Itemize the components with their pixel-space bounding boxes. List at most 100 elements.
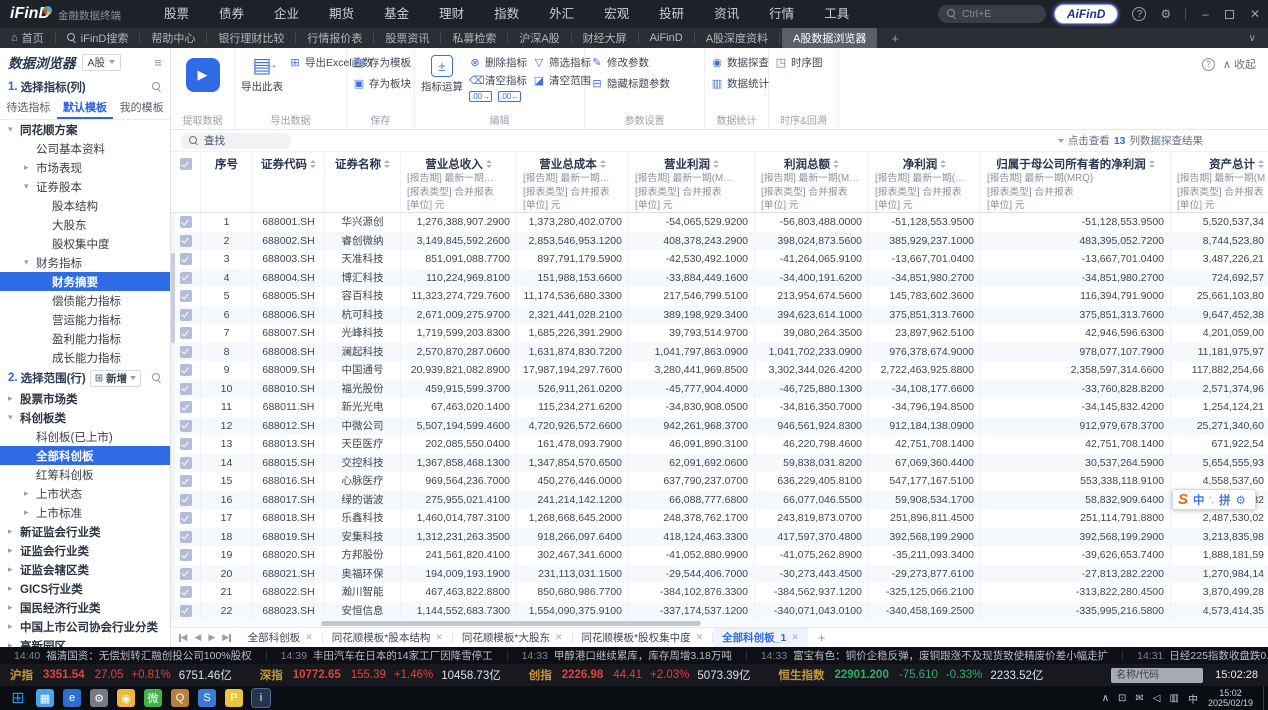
- close-button[interactable]: ✕: [1250, 7, 1260, 21]
- market-select[interactable]: A股: [82, 54, 122, 71]
- sogou-icon[interactable]: S: [1178, 491, 1188, 508]
- table-row[interactable]: 7688007.SH光峰科技1,719,599,203.83001,685,22…: [171, 324, 1268, 343]
- gear-icon[interactable]: ⚙: [1160, 7, 1171, 21]
- table-row[interactable]: 21688022.SH瀚川智能467,463,822.8800850,680,9…: [171, 583, 1268, 602]
- maximize-button[interactable]: [1225, 10, 1234, 19]
- sheet-tab[interactable]: 全部科创板_1✕: [713, 628, 808, 648]
- app-e-icon[interactable]: e: [63, 689, 81, 707]
- ime-mode-button[interactable]: 中: [1193, 492, 1205, 508]
- table-row[interactable]: 17688018.SH乐鑫科技1,460,014,787.31001,268,6…: [171, 509, 1268, 528]
- minimize-button[interactable]: –: [1202, 7, 1209, 21]
- indicator-item[interactable]: 股权集中度: [0, 234, 170, 253]
- close-icon[interactable]: ✕: [696, 632, 704, 643]
- sheet-tab[interactable]: 全部科创板✕: [239, 628, 322, 648]
- nav-tab[interactable]: A股深度资料: [695, 28, 779, 48]
- row-checkbox[interactable]: [180, 401, 192, 413]
- titlebar-menu[interactable]: 理财: [424, 0, 479, 28]
- scope-item[interactable]: ▸国民经济行业类: [0, 598, 170, 617]
- tray-volume-icon[interactable]: ◁: [1153, 693, 1161, 704]
- row-checkbox[interactable]: [180, 383, 192, 395]
- row-checkbox[interactable]: [180, 290, 192, 302]
- aifind-button[interactable]: AiFinD: [1054, 4, 1119, 24]
- scope-item[interactable]: ▸证监会辖区类: [0, 560, 170, 579]
- table-row[interactable]: 11688011.SH新光光电67,463,020.1400115,234,27…: [171, 398, 1268, 417]
- titlebar-menu[interactable]: 企业: [259, 0, 314, 28]
- chevron-down-icon[interactable]: ∨: [1249, 33, 1256, 44]
- table-row[interactable]: 1688001.SH华兴源创1,276,388,907.29001,373,28…: [171, 213, 1268, 232]
- indicator-item[interactable]: ▾同花顺方案: [0, 120, 170, 139]
- table-row[interactable]: 22688023.SH安恒信息1,144,552,683.73001,554,0…: [171, 602, 1268, 621]
- nav-tab[interactable]: 财经大屏: [572, 28, 638, 48]
- app-gear-icon[interactable]: ⚙: [90, 689, 108, 707]
- scope-item[interactable]: ▸股票市场类: [0, 389, 170, 408]
- sidebar-tab[interactable]: 默认模板: [57, 98, 114, 119]
- close-icon[interactable]: ✕: [791, 632, 799, 643]
- indicator-item[interactable]: 盈利能力指标: [0, 329, 170, 348]
- ime-punct-button[interactable]: ’,: [1210, 495, 1215, 505]
- add-sheet-button[interactable]: +: [808, 630, 836, 645]
- table-row[interactable]: 15688016.SH心脉医疗969,564,236.7000450,276,4…: [171, 472, 1268, 491]
- titlebar-menu[interactable]: 期货: [314, 0, 369, 28]
- scope-item[interactable]: ▸中国上市公司协会行业分类: [0, 617, 170, 636]
- sidebar-tab[interactable]: 待选指标: [0, 98, 57, 119]
- column-header-op[interactable]: 营业利润[报告期] 最新一期(M…[报表类型] 合并报表[单位] 元: [629, 152, 755, 212]
- clear-scope-button[interactable]: ◪ 清空范围: [533, 73, 591, 88]
- scope-item[interactable]: ▸上市状态: [0, 484, 170, 503]
- sheet-tab[interactable]: 同花顺模板*股本结构✕: [323, 628, 452, 648]
- nav-tab[interactable]: iFinD搜索: [56, 28, 140, 48]
- row-checkbox[interactable]: [180, 309, 192, 321]
- app-ifind-icon[interactable]: i: [252, 689, 270, 707]
- extract-data-button[interactable]: ▶: [186, 58, 220, 92]
- help-icon[interactable]: ?: [1132, 7, 1146, 21]
- app-p-icon[interactable]: P: [225, 689, 243, 707]
- app-circle-icon[interactable]: ◉: [117, 689, 135, 707]
- ime-pinyin-button[interactable]: 拼: [1219, 492, 1231, 508]
- global-search-input[interactable]: Ctrl+E: [938, 5, 1046, 23]
- table-row[interactable]: 20688021.SH奥福环保194,009,193.1900231,113,0…: [171, 565, 1268, 584]
- last-sheet-button[interactable]: ▶: [222, 632, 230, 643]
- nav-tab[interactable]: 行情报价表: [296, 28, 373, 48]
- tray-expand-icon[interactable]: ∧: [1102, 693, 1109, 704]
- row-checkbox[interactable]: [180, 420, 192, 432]
- close-icon[interactable]: ✕: [305, 632, 313, 643]
- next-sheet-button[interactable]: ▶: [208, 632, 215, 643]
- scope-item[interactable]: 科创板(已上市): [0, 427, 170, 446]
- row-checkbox[interactable]: [180, 327, 192, 339]
- explore-result-link[interactable]: 点击查看 13 列数据探查结果: [1058, 133, 1203, 148]
- row-checkbox[interactable]: [180, 216, 192, 228]
- table-row[interactable]: 3688003.SH天准科技851,091,088.7700897,791,17…: [171, 250, 1268, 269]
- column-header-total[interactable]: 利润总额[报告期] 最新一期(M…[报表类型] 合并报表[单位] 元: [755, 152, 869, 212]
- titlebar-menu[interactable]: 基金: [369, 0, 424, 28]
- sidebar-collapse-icon[interactable]: ≡: [154, 55, 162, 70]
- table-row[interactable]: 4688004.SH博汇科技110,224,969.8100151,988,15…: [171, 269, 1268, 288]
- timeseries-chart-button[interactable]: ◳ 时序图: [775, 55, 823, 70]
- help-icon[interactable]: ?: [1202, 58, 1215, 71]
- row-checkbox[interactable]: [180, 568, 192, 580]
- indicator-item[interactable]: 营运能力指标: [0, 310, 170, 329]
- nav-tab[interactable]: 私募检索: [441, 28, 507, 48]
- sheet-tab[interactable]: 同花顺模板*股权集中度✕: [573, 628, 713, 648]
- table-row[interactable]: 10688010.SH福光股份459,915,599.3700526,911,2…: [171, 380, 1268, 399]
- show-desktop-button[interactable]: [1263, 686, 1268, 710]
- row-checkbox[interactable]: [180, 512, 192, 524]
- indicator-calc-button[interactable]: ± 指标运算: [421, 55, 463, 113]
- nav-tab[interactable]: 股票资讯: [374, 28, 440, 48]
- nav-tab[interactable]: 帮助中心: [140, 28, 206, 48]
- titlebar-menu[interactable]: 投研: [644, 0, 699, 28]
- vertical-scrollbar[interactable]: [171, 213, 175, 620]
- export-table-button[interactable]: ▤→ 导出此表: [241, 55, 283, 113]
- titlebar-menu[interactable]: 资讯: [699, 0, 754, 28]
- scope-item[interactable]: ▸上市标准: [0, 503, 170, 522]
- clear-indicator-button[interactable]: ⌫ 清空指标: [469, 73, 527, 88]
- sidebar-tab[interactable]: 我的模板: [113, 98, 170, 119]
- table-row[interactable]: 6688006.SH杭可科技2,671,009,275.97002,321,44…: [171, 306, 1268, 325]
- scrollbar-thumb[interactable]: [321, 621, 701, 626]
- titlebar-menu[interactable]: 工具: [809, 0, 864, 28]
- nav-tab[interactable]: 沪深A股: [508, 28, 570, 48]
- row-checkbox[interactable]: [180, 475, 192, 487]
- table-row[interactable]: 18688019.SH安集科技1,312,231,263.3500918,266…: [171, 528, 1268, 547]
- decimal-increase-button[interactable]: .00→: [469, 91, 492, 102]
- tray-network-icon[interactable]: ▥: [1170, 693, 1179, 704]
- modify-params-button[interactable]: ✎ 修改参数: [591, 55, 698, 70]
- titlebar-menu[interactable]: 宏观: [589, 0, 644, 28]
